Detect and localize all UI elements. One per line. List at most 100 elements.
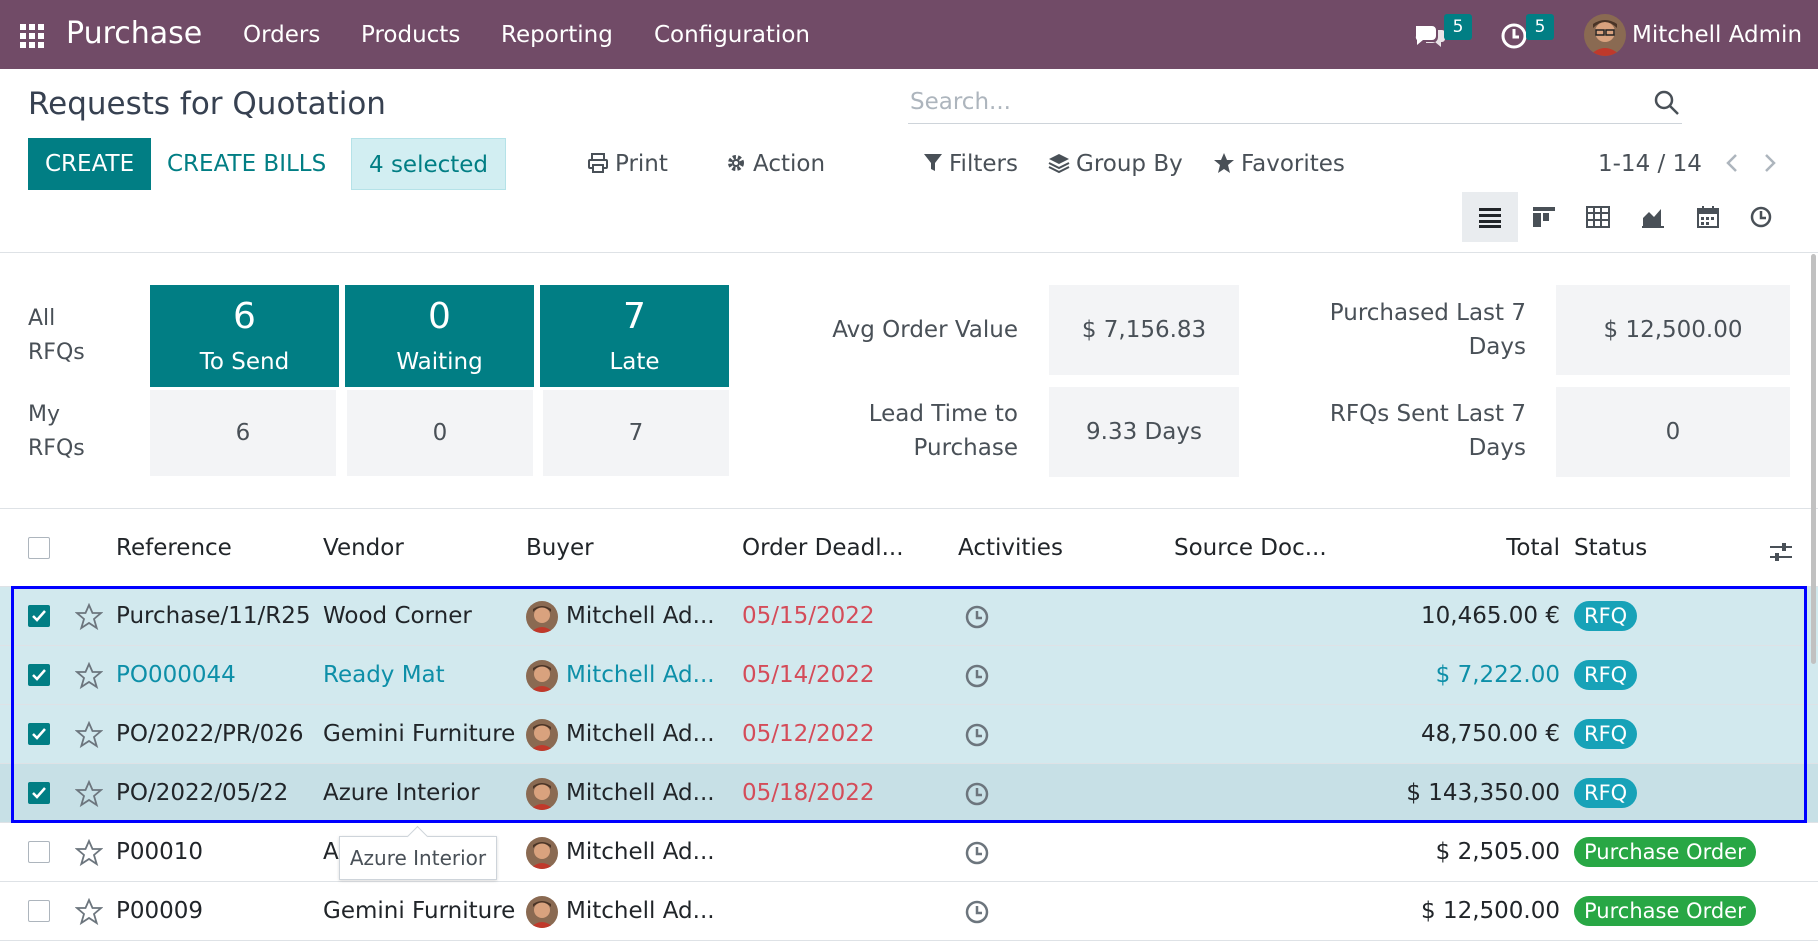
tile-waiting[interactable]: 0 Waiting [345, 285, 534, 387]
search-icon[interactable] [1652, 88, 1682, 118]
my-waiting[interactable]: 0 [347, 390, 533, 476]
search-input[interactable] [908, 84, 1628, 120]
row-buyer: Mitchell Ad... [566, 839, 715, 865]
column-total[interactable]: Total [1400, 530, 1560, 566]
menu-reporting[interactable]: Reporting [501, 18, 613, 52]
activity-clock-icon[interactable] [964, 899, 990, 925]
favorite-star-icon[interactable] [74, 779, 104, 808]
app-menu-grid-icon[interactable] [20, 24, 44, 48]
pager-previous-icon[interactable] [1722, 152, 1744, 174]
row-checkbox[interactable] [28, 723, 50, 745]
favorite-star-icon[interactable] [74, 897, 104, 926]
messages-icon[interactable] [1412, 18, 1446, 52]
column-order-deadline[interactable]: Order Deadl... [742, 530, 904, 566]
app-name[interactable]: Purchase [66, 14, 202, 54]
action-label: Action [753, 151, 826, 177]
row-checkbox[interactable] [28, 841, 50, 863]
action-button[interactable]: Action [725, 146, 825, 182]
print-button[interactable]: Print [587, 146, 668, 182]
tile-to-send[interactable]: 6 To Send [150, 285, 339, 387]
row-total: $ 2,505.00 [1435, 839, 1560, 865]
my-rfqs-label: My RFQs [28, 402, 85, 461]
table-row[interactable]: PO/2022/05/22 Azure Interior Mitchell Ad… [0, 764, 1818, 823]
favorite-star-icon[interactable] [74, 720, 104, 749]
status-badge: Purchase Order [1574, 837, 1756, 867]
row-deadline: 05/15/2022 [742, 603, 875, 629]
table-row[interactable]: PO000044 Ready Mat Mitchell Ad... 05/14/… [0, 646, 1818, 705]
row-checkbox[interactable] [28, 664, 50, 686]
favorites-label: Favorites [1241, 151, 1345, 177]
vertical-scrollbar[interactable] [1811, 254, 1816, 664]
calendar-view-icon[interactable] [1680, 192, 1736, 242]
my-late[interactable]: 7 [543, 390, 729, 476]
row-reference: PO000044 [116, 662, 236, 688]
row-reference: P00009 [116, 898, 204, 924]
status-badge: RFQ [1574, 601, 1638, 631]
favorite-star-icon[interactable] [74, 661, 104, 690]
row-vendor: Gemini Furniture [323, 898, 516, 924]
user-name[interactable]: Mitchell Admin [1632, 18, 1802, 52]
table-row[interactable]: Purchase/11/R25 Wood Corner Mitchell Ad.… [0, 587, 1818, 646]
favorite-star-icon[interactable] [74, 602, 104, 631]
kanban-view-icon[interactable] [1516, 192, 1572, 242]
pivot-view-icon[interactable] [1570, 192, 1626, 242]
activity-clock-icon[interactable] [964, 781, 990, 807]
row-deadline: 05/18/2022 [742, 780, 875, 806]
column-status[interactable]: Status [1574, 530, 1647, 566]
activities-badge: 5 [1526, 14, 1554, 40]
row-checkbox[interactable] [28, 782, 50, 804]
column-activities[interactable]: Activities [958, 530, 1063, 566]
menu-products[interactable]: Products [361, 18, 460, 52]
menu-orders[interactable]: Orders [243, 18, 320, 52]
create-bills-button[interactable]: CREATE BILLS [150, 138, 343, 190]
my-to-send[interactable]: 6 [150, 390, 336, 476]
row-total: $ 7,222.00 [1435, 662, 1560, 688]
activity-clock-icon[interactable] [964, 840, 990, 866]
activity-clock-icon[interactable] [964, 722, 990, 748]
tile-late-label: Late [609, 349, 660, 375]
page-title: Requests for Quotation [28, 86, 386, 122]
column-reference[interactable]: Reference [116, 530, 232, 566]
column-buyer[interactable]: Buyer [526, 530, 594, 566]
favorite-star-icon[interactable] [74, 838, 104, 867]
menu-configuration[interactable]: Configuration [654, 18, 810, 52]
column-vendor[interactable]: Vendor [323, 530, 404, 566]
column-settings-icon[interactable] [1768, 539, 1794, 565]
avg-order-value-label: Avg Order Value [832, 317, 1018, 343]
pager-value[interactable]: 1-14 / 14 [1598, 146, 1702, 182]
table-row[interactable]: PO/2022/PR/026 Gemini Furniture Mitchell… [0, 705, 1818, 764]
dashboard-divider [0, 508, 1818, 509]
table-row[interactable]: P00009 Gemini Furniture Mitchell Ad... $… [0, 882, 1818, 941]
row-buyer: Mitchell Ad... [566, 603, 715, 629]
favorites-button[interactable]: Favorites [1213, 146, 1345, 182]
select-all-checkbox[interactable] [28, 537, 50, 559]
graph-view-icon[interactable] [1625, 192, 1681, 242]
tile-late[interactable]: 7 Late [540, 285, 729, 387]
tile-waiting-value: 0 [428, 296, 451, 337]
activity-clock-icon[interactable] [964, 604, 990, 630]
row-deadline: 05/14/2022 [742, 662, 875, 688]
row-checkbox[interactable] [28, 900, 50, 922]
group-by-button[interactable]: Group By [1048, 146, 1183, 182]
column-source-document[interactable]: Source Doc... [1174, 530, 1327, 566]
row-vendor: Gemini Furniture [323, 721, 516, 747]
vendor-tooltip: Azure Interior [339, 836, 497, 880]
create-button[interactable]: CREATE [28, 138, 152, 190]
group-by-label: Group By [1076, 151, 1183, 177]
status-badge: RFQ [1574, 778, 1638, 808]
row-total: $ 143,350.00 [1406, 780, 1560, 806]
search-bar [908, 84, 1682, 124]
pager-next-icon[interactable] [1758, 152, 1780, 174]
list-view-icon[interactable] [1462, 192, 1518, 242]
row-total: $ 12,500.00 [1421, 898, 1560, 924]
filters-button[interactable]: Filters [923, 146, 1018, 182]
activity-clock-icon[interactable] [964, 663, 990, 689]
row-checkbox[interactable] [28, 605, 50, 627]
user-avatar[interactable] [1584, 14, 1626, 56]
table-row[interactable]: P00010 A Mitchell Ad... $ 2,505.00 Purch… [0, 823, 1818, 882]
filter-icon [924, 154, 942, 171]
control-panel-divider [0, 252, 1818, 253]
selected-count-badge[interactable]: 4 selected [351, 138, 507, 190]
activity-view-icon[interactable] [1733, 192, 1789, 242]
row-reference: Purchase/11/R25 [116, 603, 311, 629]
